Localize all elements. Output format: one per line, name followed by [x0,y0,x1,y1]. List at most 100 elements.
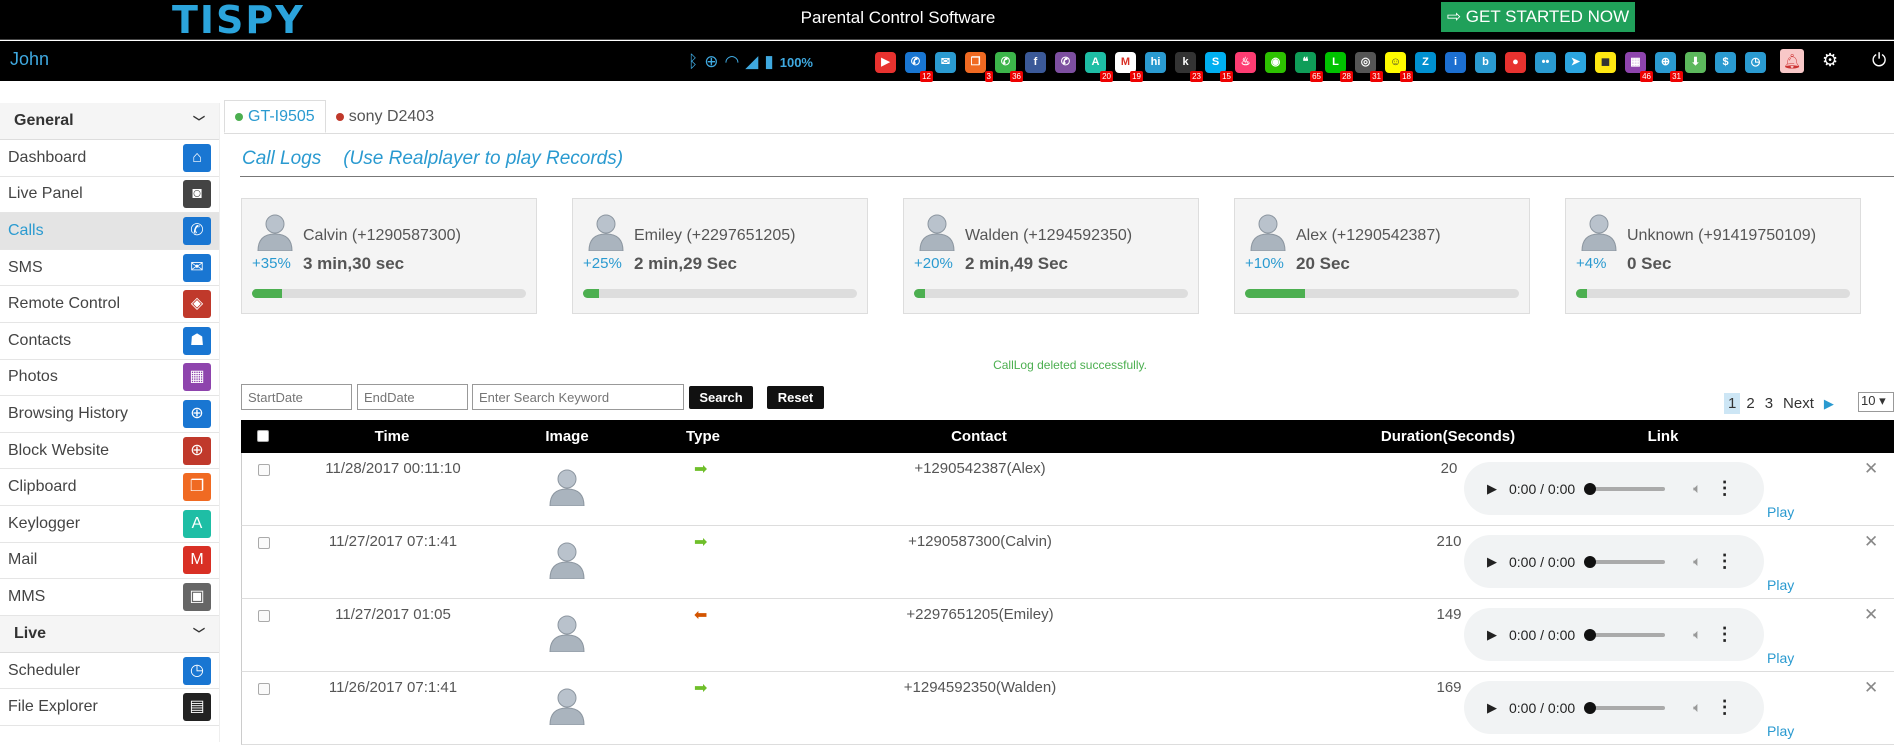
sidebar-group-live[interactable]: Live ﹀ [0,615,219,653]
seek-slider[interactable] [1584,555,1666,568]
device-tab[interactable]: sony D2403 [326,100,444,133]
sidebar-item-mail[interactable]: Mail M [0,543,219,580]
line-icon[interactable]: L 28 [1325,51,1353,82]
telegram-icon[interactable]: ➤ [1565,51,1586,73]
gears-icon[interactable]: ⚙ [1822,50,1838,71]
delete-icon[interactable]: ✕ [1864,605,1878,625]
volume-icon[interactable]: 🔈︎ [1693,480,1701,497]
next-page-link[interactable]: Next [1783,395,1814,412]
audio-player[interactable]: ▶ 0:00 / 0:00 🔈︎ ⋮ [1464,681,1764,734]
get-started-button[interactable]: ⇨ GET STARTED NOW [1441,2,1635,32]
clipboard-icon[interactable]: ❐ 3 [965,51,993,82]
keylogger-icon[interactable]: A 20 [1085,51,1113,82]
audio-player[interactable]: ▶ 0:00 / 0:00 🔈︎ ⋮ [1464,462,1764,515]
seek-knob[interactable] [1584,701,1597,714]
row-checkbox[interactable] [258,464,270,476]
more-options-icon[interactable]: ⋮ [1716,551,1734,572]
sidebar-item-scheduler[interactable]: Scheduler ◷ [0,653,219,690]
volume-icon[interactable]: 🔈︎ [1693,553,1701,570]
facebook-icon[interactable]: f [1025,51,1046,73]
seek-knob[interactable] [1584,482,1597,495]
seek-slider[interactable] [1584,482,1666,495]
whatsapp-icon[interactable]: ✆ 36 [995,51,1023,82]
user-name[interactable]: John [10,49,49,70]
hangouts-icon[interactable]: ❝ 65 [1295,51,1323,82]
sidebar-item-file-explorer[interactable]: File Explorer ▤ [0,689,219,726]
reset-button[interactable]: Reset [767,386,824,409]
play-link[interactable]: Play [1767,650,1794,666]
search-button[interactable]: Search [689,386,753,409]
video-call-icon[interactable]: ▶ [875,51,896,73]
row-checkbox[interactable] [258,537,270,549]
phone-icon[interactable]: ✆ 12 [905,51,933,82]
snapchat-icon[interactable]: ☺ 18 [1385,51,1413,82]
tinder-icon[interactable]: ♨ [1235,51,1256,73]
clock-icon[interactable]: ◷ [1745,51,1766,73]
browser-icon[interactable]: ⊕ 31 [1655,51,1683,82]
start-date-input[interactable] [241,384,352,410]
download-icon[interactable]: ⬇ [1685,51,1706,73]
more-options-icon[interactable]: ⋮ [1716,624,1734,645]
sidebar-group-general[interactable]: General ﹀ [0,103,219,140]
sidebar-item-live-panel[interactable]: Live Panel ◙ [0,177,219,214]
sidebar-item-clipboard[interactable]: Clipboard ❐ [0,469,219,506]
device-tab[interactable]: GT-I9505 [224,100,326,133]
page-link-1[interactable]: 1 [1724,393,1741,414]
end-date-input[interactable] [357,384,468,410]
delete-icon[interactable]: ✕ [1864,532,1878,552]
next-arrow-icon[interactable]: ▶ [1824,396,1834,412]
play-link[interactable]: Play [1767,504,1794,520]
bip-icon[interactable]: b [1475,51,1496,73]
audio-player[interactable]: ▶ 0:00 / 0:00 🔈︎ ⋮ [1464,535,1764,588]
play-icon[interactable]: ▶ [1487,627,1497,643]
hike-icon[interactable]: hi [1145,51,1166,73]
seek-slider[interactable] [1584,701,1666,714]
page-link-3[interactable]: 3 [1765,395,1773,412]
instagram-icon[interactable]: ◎ 31 [1355,51,1383,82]
sidebar-item-mms[interactable]: MMS ▣ [0,579,219,616]
play-link[interactable]: Play [1767,723,1794,739]
wechat-icon[interactable]: ◉ [1265,51,1286,73]
sidebar-item-contacts[interactable]: Contacts ☗ [0,323,219,360]
play-icon[interactable]: ▶ [1487,481,1497,497]
sidebar-item-browsing-history[interactable]: Browsing History ⊕ [0,396,219,433]
delete-icon[interactable]: ✕ [1864,678,1878,698]
audio-player[interactable]: ▶ 0:00 / 0:00 🔈︎ ⋮ [1464,608,1764,661]
email-icon[interactable]: ✉ [935,51,956,73]
imo-icon[interactable]: i [1445,51,1466,73]
row-checkbox[interactable] [258,683,270,695]
play-link[interactable]: Play [1767,577,1794,593]
bell-icon[interactable]: 🔔︎ [1780,49,1804,73]
seek-knob[interactable] [1584,555,1597,568]
kik-icon[interactable]: k 23 [1175,51,1203,82]
play-icon[interactable]: ▶ [1487,700,1497,716]
gmail-icon[interactable]: M 19 [1115,51,1143,82]
photos-icon[interactable]: ▦ 46 [1625,51,1653,82]
page-size-select[interactable]: 10 ▾ [1858,392,1894,412]
volume-icon[interactable]: 🔈︎ [1693,699,1701,716]
search-keyword-input[interactable] [472,384,684,410]
sidebar-item-sms[interactable]: SMS ✉ [0,250,219,287]
kakaotalk-icon[interactable]: ◼ [1595,51,1616,73]
play-icon[interactable]: ▶ [1487,554,1497,570]
sidebar-item-calls[interactable]: Calls ✆ [0,213,219,250]
volume-icon[interactable]: 🔈︎ [1693,626,1701,643]
zalo-icon[interactable]: Z [1415,51,1436,73]
viber-icon[interactable]: ✆ [1055,51,1076,73]
power-icon[interactable]: ⏻ [1872,50,1886,71]
dollar-icon[interactable]: $ [1715,51,1736,73]
select-all-checkbox[interactable] [257,430,269,442]
sidebar-item-block-website[interactable]: Block Website ⊕ [0,433,219,470]
camera-video-icon[interactable]: ● [1505,51,1526,73]
more-options-icon[interactable]: ⋮ [1716,697,1734,718]
sidebar-item-remote-control[interactable]: Remote Control ◈ [0,286,219,323]
skype-icon[interactable]: S 15 [1205,51,1233,82]
flickr-icon[interactable]: •• [1535,51,1556,73]
delete-icon[interactable]: ✕ [1864,459,1878,479]
seek-slider[interactable] [1584,628,1666,641]
sidebar-item-dashboard[interactable]: Dashboard ⌂ [0,140,219,177]
row-checkbox[interactable] [258,610,270,622]
seek-knob[interactable] [1584,628,1597,641]
sidebar-item-keylogger[interactable]: Keylogger A [0,506,219,543]
more-options-icon[interactable]: ⋮ [1716,478,1734,499]
